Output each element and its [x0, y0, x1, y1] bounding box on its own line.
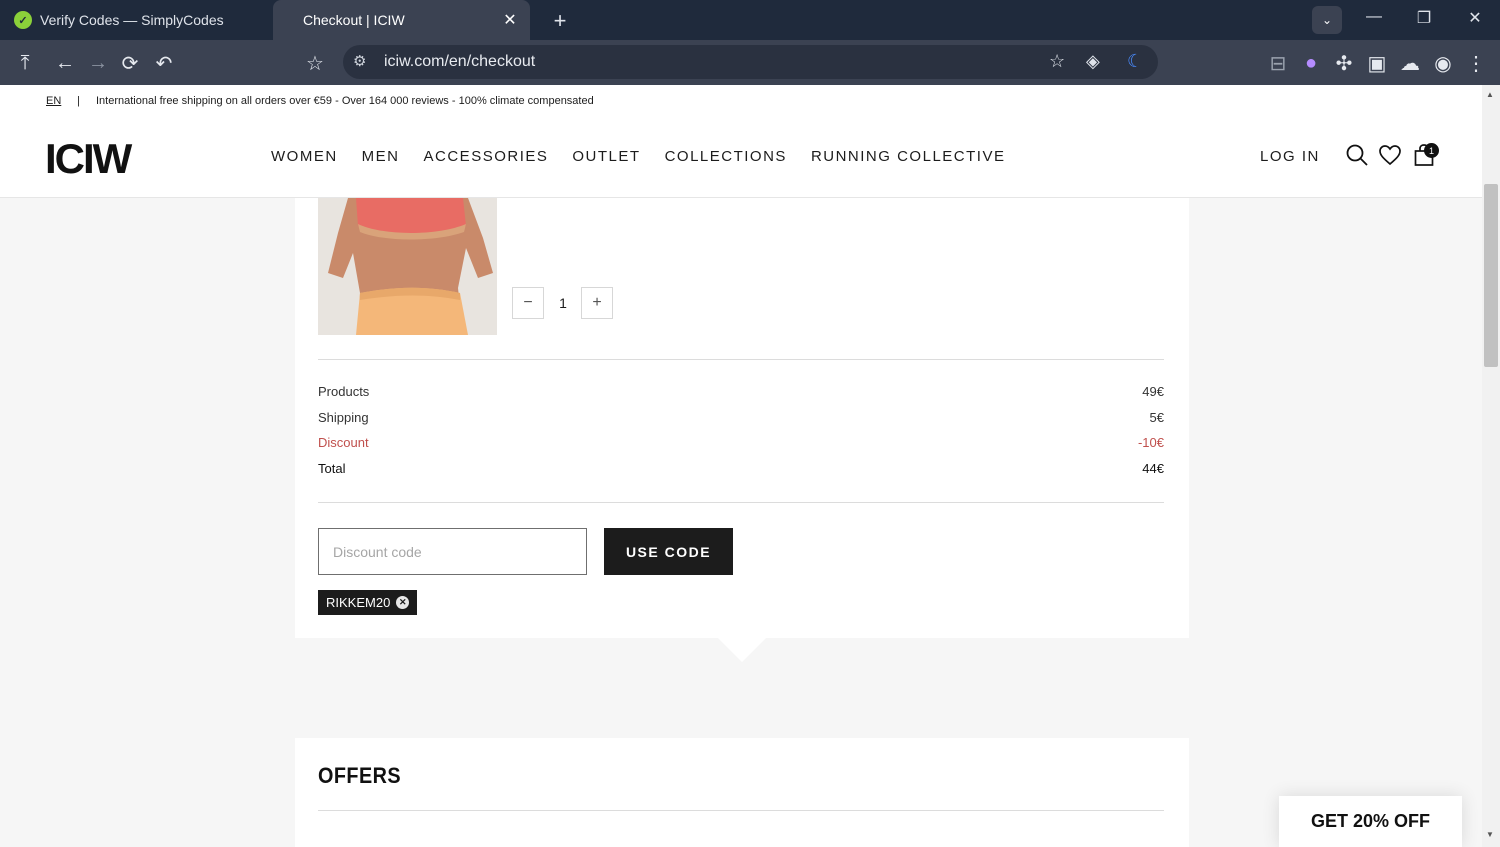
reload-icon[interactable]: ⟳	[117, 50, 143, 76]
applied-code-chip: RIKKEM20 ✕	[318, 590, 418, 615]
shipping-value: 5€	[1149, 410, 1164, 425]
summary-divider-top	[318, 359, 1164, 360]
use-code-button[interactable]: USE CODE	[604, 528, 733, 575]
products-label: Products	[318, 384, 370, 399]
promo-bar: EN | International free shipping on all …	[0, 85, 1482, 117]
wishlist-heart-icon[interactable]	[1378, 143, 1402, 167]
nav-women[interactable]: WOMEN	[271, 148, 338, 165]
search-icon[interactable]	[1345, 143, 1369, 167]
quantity-increase-button[interactable]: +	[581, 287, 613, 319]
simplycodes-favicon-icon: ✓	[14, 11, 32, 29]
main-nav: WOMEN MEN ACCESSORIES OUTLET COLLECTIONS…	[271, 148, 1005, 165]
extension-purple-icon[interactable]: ●	[1298, 50, 1324, 76]
upload-icon[interactable]: ⤒	[12, 50, 38, 76]
star-icon[interactable]: ☆	[1049, 51, 1065, 72]
site-settings-icon[interactable]: ⚙	[353, 52, 366, 70]
extension-layers-icon[interactable]: ◈	[1086, 51, 1100, 72]
side-panel-icon[interactable]: ▣	[1364, 50, 1390, 76]
quantity-decrease-button[interactable]: −	[512, 287, 544, 319]
site-header: ICIW WOMEN MEN ACCESSORIES OUTLET COLLEC…	[0, 117, 1482, 198]
menu-kebab-icon[interactable]: ⋮	[1463, 50, 1489, 76]
tab-search-icon[interactable]: ⌄	[1312, 6, 1342, 34]
applied-code-text: RIKKEM20	[326, 595, 391, 610]
language-selector[interactable]: EN	[46, 95, 61, 107]
cloud-upload-icon[interactable]: ☁	[1397, 50, 1423, 76]
tab-title: Verify Codes — SimplyCodes	[40, 12, 224, 28]
extensions-puzzle-icon[interactable]: ✣	[1331, 50, 1357, 76]
remove-code-icon[interactable]: ✕	[396, 596, 410, 609]
tab-checkout[interactable]: Checkout | ICIW ✕	[273, 0, 530, 40]
nav-outlet[interactable]: OUTLET	[572, 148, 640, 165]
back-icon[interactable]: ←	[52, 50, 78, 76]
summary-divider-bottom	[318, 502, 1164, 503]
bookmark-icon[interactable]: ☆	[302, 50, 328, 76]
address-bar[interactable]: ⚙ iciw.com/en/checkout ☆ ◈ ☾	[343, 45, 1158, 79]
cart-count-badge: 1	[1424, 143, 1439, 158]
window-close-icon[interactable]: ✕	[1463, 8, 1487, 28]
site-logo[interactable]: ICIW	[45, 135, 132, 183]
nav-running-collective[interactable]: RUNNING COLLECTIVE	[811, 148, 1006, 165]
extension-robot-icon[interactable]: ⊟	[1265, 50, 1291, 76]
product-image[interactable]	[318, 198, 497, 335]
restore-icon[interactable]: ❐	[1412, 8, 1436, 28]
product-photo-illustration	[318, 198, 497, 335]
offers-card	[295, 738, 1189, 847]
close-tab-icon[interactable]: ✕	[500, 10, 520, 30]
quantity-value: 1	[559, 295, 567, 311]
nav-collections[interactable]: COLLECTIONS	[665, 148, 787, 165]
total-label: Total	[318, 461, 346, 476]
nav-accessories[interactable]: ACCESSORIES	[424, 148, 549, 165]
discount-value: -10€	[1137, 435, 1164, 450]
get-discount-popup-button[interactable]: GET 20% OFF	[1279, 796, 1462, 847]
login-link[interactable]: LOG IN	[1260, 148, 1320, 165]
tab-title: Checkout | ICIW	[303, 12, 405, 28]
promo-separator: |	[77, 95, 80, 107]
nav-men[interactable]: MEN	[362, 148, 400, 165]
new-tab-icon[interactable]: +	[548, 8, 572, 34]
products-value: 49€	[1142, 384, 1164, 399]
browser-tabstrip: ✓ Verify Codes — SimplyCodes Checkout | …	[0, 0, 1500, 40]
offers-divider	[318, 810, 1164, 811]
total-value: 44€	[1142, 461, 1164, 476]
minimize-icon[interactable]: —	[1362, 8, 1386, 26]
offers-title: OFFERS	[318, 763, 402, 788]
url-text[interactable]: iciw.com/en/checkout	[384, 53, 535, 71]
scrollbar-thumb[interactable]	[1484, 184, 1498, 367]
tab-simplycodes[interactable]: ✓ Verify Codes — SimplyCodes	[0, 0, 272, 40]
shipping-label: Shipping	[318, 410, 369, 425]
scroll-down-arrow-icon[interactable]: ▼	[1486, 830, 1494, 839]
promo-message: International free shipping on all order…	[96, 95, 594, 107]
dark-mode-moon-icon[interactable]: ☾	[1127, 51, 1143, 72]
undo-icon[interactable]: ↶	[151, 50, 177, 76]
scroll-up-arrow-icon[interactable]: ▲	[1486, 90, 1494, 99]
profile-avatar-icon[interactable]: ◉	[1430, 50, 1456, 76]
card-notch	[717, 637, 767, 662]
discount-label: Discount	[318, 435, 369, 450]
discount-code-input[interactable]	[318, 528, 587, 575]
forward-icon[interactable]: →	[85, 50, 111, 76]
